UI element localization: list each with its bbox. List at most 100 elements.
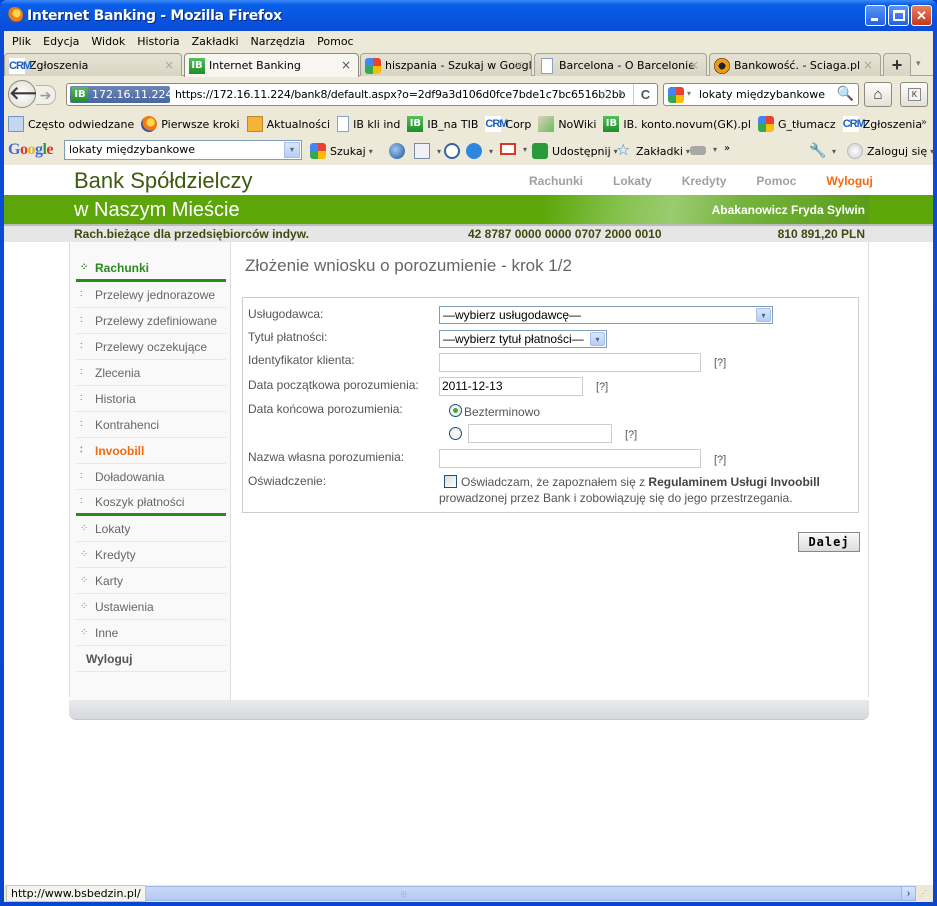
- tab-close-icon[interactable]: ×: [863, 58, 873, 72]
- start-date-help-link[interactable]: [?]: [596, 381, 608, 393]
- regulations-link[interactable]: Regulaminem Usługi Invoobill: [648, 475, 819, 489]
- reload-button[interactable]: C: [633, 84, 657, 105]
- home-button[interactable]: ⌂: [864, 82, 892, 107]
- bookmarks-more-chevron-icon[interactable]: »: [921, 117, 927, 128]
- google-extra-button[interactable]: ▾: [690, 143, 717, 155]
- sidebar-item-ustawienia[interactable]: ⁘ Ustawienia: [76, 594, 226, 620]
- declaration-checkbox[interactable]: [444, 475, 457, 488]
- share-button[interactable]: Udostępnij ▾: [532, 143, 618, 159]
- bookmark-item[interactable]: CRM Corp: [485, 116, 531, 132]
- google-search-button[interactable]: Szukaj ▾: [310, 143, 373, 159]
- google-calendar-button[interactable]: ▾: [414, 143, 441, 159]
- bank-name[interactable]: Bank Spółdzielczy: [74, 168, 253, 194]
- resize-grip-icon[interactable]: ⋰: [919, 889, 927, 898]
- tab-list-button[interactable]: ▾: [916, 58, 921, 69]
- bookmark-item[interactable]: G_tłumacz: [757, 116, 836, 132]
- search-input[interactable]: lokaty międzybankowe: [699, 88, 825, 101]
- sidebar-item-kredyty[interactable]: ⁘ Kredyty: [76, 542, 226, 568]
- sidebar-item-koszyk-platnosci[interactable]: ∶ Koszyk płatności: [76, 490, 226, 516]
- site-identity-button[interactable]: IB 172.16.11.224: [70, 86, 172, 103]
- close-button[interactable]: ✕: [911, 5, 932, 26]
- topnav-kredyty[interactable]: Kredyty: [682, 174, 727, 188]
- menu-pomoc[interactable]: Pomoc: [313, 35, 361, 48]
- google-icon[interactable]: [668, 87, 684, 103]
- provider-select[interactable]: —wybierz usługodawcę— ▾: [439, 306, 773, 324]
- sidebar-item-inne[interactable]: ⁘ Inne: [76, 620, 226, 646]
- menu-widok[interactable]: Widok: [87, 35, 133, 48]
- url-bar[interactable]: IB 172.16.11.224 https://172.16.11.224/b…: [66, 83, 658, 106]
- google-plus-button[interactable]: ▾: [466, 143, 493, 159]
- sidebar-item-invoobill[interactable]: ∶ Invoobill: [76, 438, 226, 464]
- bookmark-item[interactable]: IB IB. konto.novum(GK).pl: [603, 116, 751, 132]
- own-name-input[interactable]: [439, 449, 701, 468]
- client-id-help-link[interactable]: [?]: [714, 357, 726, 369]
- gmail-button[interactable]: ▾: [500, 143, 527, 155]
- scroll-right-button[interactable]: ›: [901, 886, 916, 901]
- start-date-input[interactable]: 2011-12-13: [439, 377, 583, 396]
- title-bar[interactable]: Internet Banking - Mozilla Firefox ✕: [0, 0, 937, 31]
- sidebar-item-wyloguj[interactable]: Wyloguj: [76, 646, 226, 672]
- bookmark-item[interactable]: IB kli ind: [337, 116, 400, 132]
- topnav-rachunki[interactable]: Rachunki: [529, 174, 583, 188]
- wrench-button[interactable]: 🔧 ▾: [809, 143, 836, 159]
- k-button[interactable]: K: [900, 82, 928, 107]
- menu-zakladki[interactable]: Zakładki: [188, 35, 247, 48]
- end-date-help-link[interactable]: [?]: [625, 429, 637, 441]
- tab-zgloszenia[interactable]: CRM Zgłoszenia ×: [4, 53, 182, 76]
- end-date-indefinite-radio[interactable]: [449, 404, 462, 417]
- google-logo[interactable]: Google: [8, 141, 53, 159]
- end-date-indefinite-label[interactable]: Bezterminowo: [464, 405, 540, 419]
- sidebar-item-przelewy-oczekujace[interactable]: ∶ Przelewy oczekujące: [76, 334, 226, 360]
- topnav-logout[interactable]: Wyloguj: [826, 174, 872, 188]
- sidebar-item-doladowania[interactable]: ∶ Doładowania: [76, 464, 226, 490]
- tab-close-icon[interactable]: ×: [689, 58, 699, 72]
- minimize-button[interactable]: [865, 5, 886, 26]
- bookmark-item[interactable]: Często odwiedzane: [8, 116, 134, 132]
- menu-narzedzia[interactable]: Narzędzia: [247, 35, 314, 48]
- topnav-pomoc[interactable]: Pomoc: [756, 174, 796, 188]
- bookmark-item[interactable]: IB IB_na TIB: [407, 116, 478, 132]
- google-timer-button[interactable]: [444, 143, 464, 159]
- search-engine-dropdown-icon[interactable]: ▾: [687, 89, 691, 98]
- forward-button[interactable]: ➔: [36, 85, 56, 105]
- end-date-input[interactable]: [468, 424, 612, 443]
- back-button[interactable]: 🡐: [8, 80, 57, 108]
- sidebar-item-przelewy-jednorazowe[interactable]: ∶ Przelewy jednorazowe: [76, 282, 226, 308]
- bookmark-item[interactable]: Aktualności: [246, 116, 330, 132]
- end-date-custom-radio[interactable]: [449, 427, 462, 440]
- magnifier-icon[interactable]: 🔍: [837, 85, 854, 102]
- sidebar-item-zlecenia[interactable]: ∶ Zlecenia: [76, 360, 226, 386]
- sidebar-item-historia[interactable]: ∶ Historia: [76, 386, 226, 412]
- tab-close-icon[interactable]: ×: [514, 58, 524, 72]
- sidebar-item-rachunki[interactable]: ⁘ Rachunki: [76, 256, 226, 282]
- client-id-input[interactable]: [439, 353, 701, 372]
- url-history-dropdown[interactable]: ▾: [619, 88, 624, 99]
- menu-historia[interactable]: Historia: [133, 35, 187, 48]
- search-bar[interactable]: ▾ lokaty międzybankowe 🔍: [663, 83, 859, 106]
- tab-close-icon[interactable]: ×: [341, 58, 351, 72]
- google-search-input[interactable]: lokaty międzybankowe ▾: [64, 140, 302, 160]
- tab-close-icon[interactable]: ×: [164, 58, 174, 72]
- bookmark-item[interactable]: CRM Zgłoszenia: [842, 116, 922, 132]
- tab-bankowosc[interactable]: Bankowość. - Sciaga.pl ×: [709, 53, 881, 76]
- tab-internet-banking[interactable]: IB Internet Banking ×: [184, 53, 359, 77]
- google-earth-button[interactable]: [389, 143, 409, 159]
- payment-title-select[interactable]: —wybierz tytuł płatności— ▾: [439, 330, 607, 348]
- bookmark-item[interactable]: NoWiki: [538, 116, 596, 132]
- sidebar-item-lokaty[interactable]: ⁘ Lokaty: [76, 516, 226, 542]
- url-text[interactable]: https://172.16.11.224/bank8/default.aspx…: [175, 88, 626, 101]
- sidebar-item-karty[interactable]: ⁘ Karty: [76, 568, 226, 594]
- google-toolbar-more[interactable]: »: [724, 143, 730, 154]
- topnav-lokaty[interactable]: Lokaty: [613, 174, 652, 188]
- bookmark-item[interactable]: Pierwsze kroki: [141, 116, 240, 132]
- menu-edycja[interactable]: Edycja: [39, 35, 87, 48]
- chevron-down-icon[interactable]: ▾: [284, 142, 300, 158]
- tab-barcelona[interactable]: Barcelona - O Barcelonie ×: [534, 53, 707, 76]
- horizontal-scrollbar[interactable]: ⦙⦙⦙: [130, 886, 903, 901]
- tab-hiszpania[interactable]: hiszpania - Szukaj w Google ×: [360, 53, 532, 76]
- google-bookmarks-button[interactable]: ☆ Zakładki ▾: [616, 142, 690, 159]
- sign-in-button[interactable]: Zaloguj się ▾: [847, 143, 934, 159]
- own-name-help-link[interactable]: [?]: [714, 454, 726, 466]
- bookmark-star-icon[interactable]: ☆: [598, 85, 612, 105]
- new-tab-button[interactable]: +: [883, 53, 911, 76]
